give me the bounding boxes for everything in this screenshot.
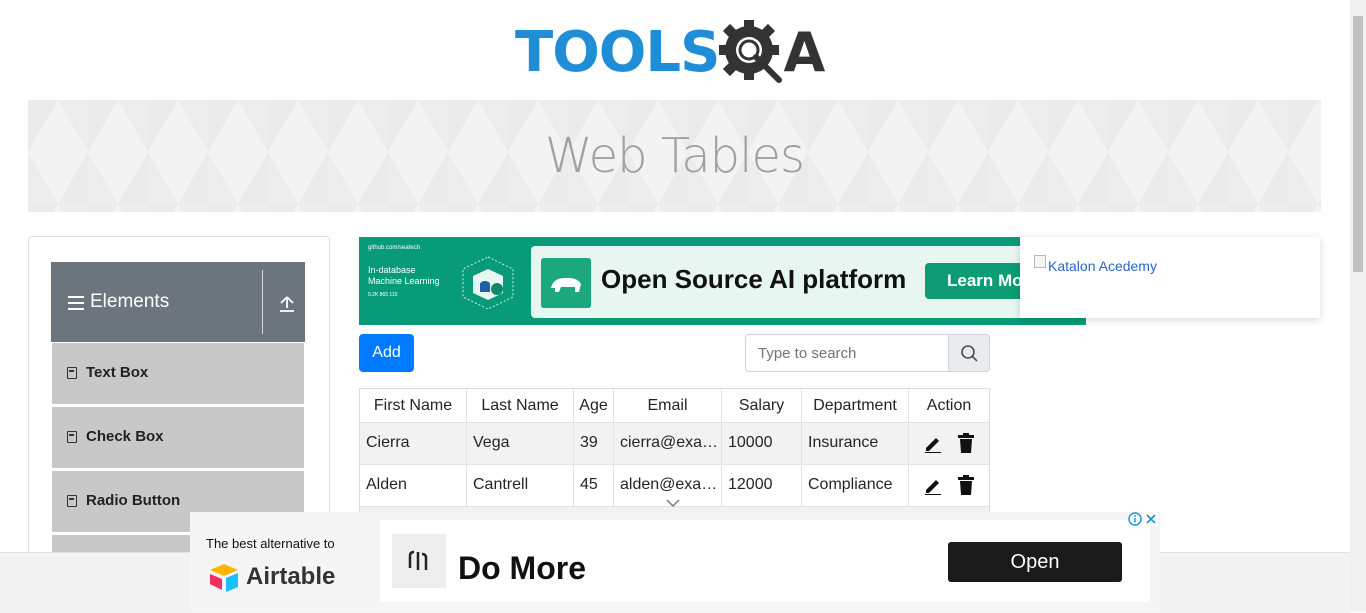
- top-ad-banner[interactable]: github.com/seatech In-database Machine L…: [359, 237, 1091, 325]
- add-button[interactable]: Add: [359, 334, 414, 372]
- cell-action: [909, 423, 989, 464]
- ad-stats: 9.2K 865 115: [368, 292, 398, 298]
- page-scrollbar[interactable]: [1350, 0, 1366, 612]
- cell-last-name: Vega: [467, 423, 574, 464]
- logo-tools-text: TOOLS: [515, 20, 720, 85]
- delete-icon[interactable]: [957, 475, 975, 495]
- cell-last-name: Cantrell: [467, 465, 574, 506]
- page: TOOLS A Web Tables Elements Text Box Che…: [0, 0, 1350, 613]
- html5-icon: [67, 367, 77, 379]
- cell-action: [909, 465, 989, 506]
- page-banner: Web Tables: [28, 100, 1321, 212]
- toolsqa-logo[interactable]: TOOLS A: [515, 14, 825, 92]
- database-cube-icon: [462, 256, 514, 310]
- ad-right-panel: Open Source AI platform Learn More: [531, 246, 1091, 318]
- table-row: Cierra Vega 39 cierra@example.com 10000 …: [360, 422, 989, 464]
- column-header-age[interactable]: Age: [574, 389, 614, 422]
- html5-icon: [67, 431, 77, 443]
- airtable-logo-icon: [210, 564, 238, 592]
- cell-first-name: Cierra: [360, 423, 467, 464]
- html5-icon: [67, 495, 77, 507]
- column-header-first-name[interactable]: First Name: [360, 389, 467, 422]
- cell-department: Compliance: [802, 465, 909, 506]
- cell-age: 39: [574, 423, 614, 464]
- menu-icon: [68, 296, 84, 310]
- image-alt-text: Katalon Acedemy: [1048, 258, 1157, 274]
- search-input[interactable]: [745, 334, 949, 372]
- search-button[interactable]: [948, 334, 990, 372]
- logo-a-text: A: [783, 21, 826, 84]
- cell-department: Insurance: [802, 423, 909, 464]
- column-header-action: Action: [926, 397, 972, 414]
- cell-salary: 12000: [722, 465, 802, 506]
- gear-magnifier-icon: [719, 20, 783, 83]
- column-header-email[interactable]: Email: [614, 389, 722, 422]
- ad-headline: Open Source AI platform: [601, 264, 907, 294]
- airtable-brand: Airtable: [206, 562, 335, 592]
- scrollbar-thumb[interactable]: [1353, 16, 1363, 272]
- open-button[interactable]: Open: [948, 542, 1122, 582]
- app-logo-icon: [392, 534, 446, 588]
- collapse-arrow-icon[interactable]: [279, 295, 295, 313]
- cell-salary: 10000: [722, 423, 802, 464]
- search-box: [745, 334, 990, 372]
- page-title: Web Tables: [544, 128, 805, 184]
- cell-age: 45: [574, 465, 614, 506]
- delete-icon[interactable]: [957, 433, 975, 453]
- group-header-elements[interactable]: Elements: [51, 262, 305, 342]
- katalon-ad-image[interactable]: Katalon Acedemy: [1020, 237, 1320, 318]
- group-title: Elements: [90, 291, 170, 312]
- column-header-last-name[interactable]: Last Name: [467, 389, 574, 422]
- search-icon: [961, 345, 978, 362]
- column-header-salary[interactable]: Salary: [722, 389, 802, 422]
- ad-small-text: github.com/seatech: [368, 245, 421, 251]
- info-icon[interactable]: [1128, 512, 1142, 526]
- ad-subtitle: In-database Machine Learning: [368, 265, 440, 287]
- table-header: First Name Last Name Age Email Salary De…: [360, 389, 989, 422]
- edit-icon[interactable]: [923, 475, 943, 495]
- divider: [262, 270, 263, 334]
- chevron-down-icon[interactable]: [665, 498, 681, 508]
- bear-logo-icon: [541, 258, 591, 308]
- sidebar-item-text-box[interactable]: Text Box: [52, 343, 304, 407]
- ad-headline: Do More: [458, 550, 586, 586]
- cell-email: cierra@example.com: [614, 423, 722, 464]
- sidebar-item-check-box[interactable]: Check Box: [52, 407, 304, 471]
- ad-line-1: In-database: [368, 265, 416, 275]
- sidebar-item-label: Radio Button: [86, 492, 181, 509]
- close-icon[interactable]: [1144, 512, 1158, 526]
- ad-brand-name: Airtable: [246, 563, 336, 590]
- ad-controls: [1128, 512, 1158, 526]
- sidebar-item-label: Text Box: [86, 364, 149, 381]
- ad-line-2: Machine Learning: [368, 276, 440, 286]
- broken-image-icon: [1034, 255, 1046, 268]
- edit-icon[interactable]: [923, 433, 943, 453]
- ad-left-panel: github.com/seatech In-database Machine L…: [359, 237, 529, 325]
- ad-tagline: The best alternative to: [206, 536, 335, 551]
- column-header-department[interactable]: Department: [802, 389, 909, 422]
- sidebar-item-label: Check Box: [86, 428, 164, 445]
- ad-card: Do More Open: [380, 520, 1150, 602]
- bottom-ad-banner[interactable]: The best alternative to Airtable Do More…: [190, 499, 1160, 612]
- cell-first-name: Alden: [360, 465, 467, 506]
